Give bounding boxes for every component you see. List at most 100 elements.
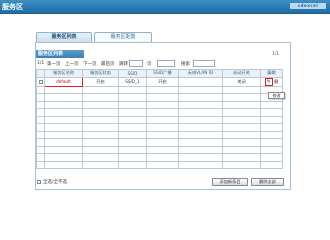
- empty-cell: [178, 160, 223, 169]
- empty-cell: [118, 138, 147, 147]
- delete-icon[interactable]: 删: [274, 79, 278, 84]
- empty-cell: [82, 160, 119, 169]
- empty-cell: [260, 130, 283, 139]
- empty-cell: [178, 108, 223, 117]
- empty-cell: [222, 115, 261, 124]
- empty-cell: [36, 115, 45, 124]
- cell-name[interactable]: default: [44, 76, 83, 87]
- empty-cell: [118, 93, 147, 102]
- table-row: [36, 93, 283, 102]
- page-number-input[interactable]: [129, 60, 143, 67]
- empty-cell: [44, 145, 83, 154]
- empty-cell: [146, 115, 179, 124]
- empty-cell: [178, 85, 223, 94]
- pager-first-link[interactable]: 第一页: [47, 61, 61, 67]
- empty-cell: [44, 85, 83, 94]
- pager-info: 1/1: [37, 61, 45, 66]
- empty-cell: [222, 93, 261, 102]
- pager-next-link[interactable]: 下一页: [83, 61, 97, 67]
- empty-cell: [82, 138, 119, 147]
- page-count: 1/1: [272, 52, 280, 57]
- col-header-vlan: 无线VLAN ID: [178, 69, 223, 78]
- cell-ssid: SSID_1: [118, 76, 147, 87]
- select-all-label: 全选/全不选: [43, 180, 68, 185]
- tab-service-area-config[interactable]: 服务区配置: [94, 32, 152, 42]
- col-header-name: 服务区名称: [44, 69, 83, 78]
- empty-cell: [82, 153, 119, 162]
- empty-cell: [146, 145, 179, 154]
- delete-all-button[interactable]: 删除全部: [251, 178, 284, 186]
- footer-bar: 全选/全不选 添加新条目 删除全部: [36, 178, 286, 187]
- empty-cell: [146, 93, 179, 102]
- empty-cell: [146, 153, 179, 162]
- tab-service-area-list[interactable]: 服务区列表: [36, 32, 92, 42]
- col-header-edit: 编辑: [260, 69, 283, 78]
- page-jump-input[interactable]: [157, 60, 175, 67]
- empty-cell: [178, 145, 223, 154]
- empty-cell: [44, 138, 83, 147]
- empty-cell: [82, 108, 119, 117]
- empty-cell: [222, 108, 261, 117]
- empty-cell: [178, 138, 223, 147]
- empty-cell: [44, 115, 83, 124]
- empty-cell: [44, 153, 83, 162]
- empty-cell: [118, 100, 147, 109]
- empty-cell: [82, 123, 119, 132]
- table-row: default 开启 SSID_1 开启 关闭 ✎ 删: [36, 76, 283, 87]
- row-checkbox[interactable]: [38, 80, 43, 84]
- table-row: [36, 108, 283, 117]
- pencil-edit-icon[interactable]: ✎: [264, 78, 273, 85]
- col-header-status: 服务区状态: [82, 69, 119, 78]
- empty-cell: [36, 130, 45, 139]
- row-checkbox-cell[interactable]: [36, 76, 45, 87]
- empty-cell: [260, 160, 283, 169]
- empty-cell: [36, 85, 45, 94]
- empty-cell: [146, 85, 179, 94]
- empty-cell: [260, 123, 283, 132]
- empty-cell: [36, 123, 45, 132]
- empty-cell: [146, 123, 179, 132]
- empty-cell: [222, 138, 261, 147]
- pager-search-label: 搜索: [181, 62, 190, 67]
- add-entry-button[interactable]: 添加新条目: [212, 178, 248, 186]
- table-row: [36, 160, 283, 169]
- pager-last-link[interactable]: 最后页: [101, 61, 115, 67]
- empty-cell: [44, 160, 83, 169]
- empty-cell: [44, 130, 83, 139]
- table-row: [36, 100, 283, 109]
- pager-goto-label[interactable]: 跳转: [119, 61, 128, 67]
- empty-cell: [118, 123, 147, 132]
- empty-cell: [118, 108, 147, 117]
- empty-cell: [260, 108, 283, 117]
- empty-cell: [118, 160, 147, 169]
- empty-cell: [82, 85, 119, 94]
- empty-cell: [146, 138, 179, 147]
- pager-page-unit: 页: [147, 62, 152, 67]
- select-all-checkbox[interactable]: [37, 180, 41, 184]
- empty-cell: [44, 100, 83, 109]
- empty-cell: [260, 100, 283, 109]
- col-header-select: [36, 69, 45, 78]
- empty-cell: [146, 100, 179, 109]
- cell-vlan: [178, 76, 223, 87]
- table-header-row: 服务区名称 服务区状态 SSID SSID广播 无线VLAN ID 启动开关 编…: [36, 69, 283, 78]
- select-all[interactable]: 全选/全不选: [37, 179, 67, 185]
- cell-edit: ✎ 删: [260, 76, 283, 87]
- col-header-broadcast: SSID广播: [146, 69, 179, 78]
- pager-prev-link[interactable]: 上一页: [65, 61, 79, 67]
- empty-cell: [118, 130, 147, 139]
- cell-status: 开启: [82, 76, 119, 87]
- empty-cell: [36, 160, 45, 169]
- pager: 1/1 第一页 上一页 下一页 最后页 跳转 页 搜索: [37, 60, 277, 68]
- table-row: [36, 138, 283, 147]
- empty-cell: [222, 123, 261, 132]
- table-row: [36, 115, 283, 124]
- col-header-ssid: SSID: [118, 69, 147, 78]
- empty-cell: [146, 130, 179, 139]
- empty-cell: [44, 123, 83, 132]
- empty-cell: [118, 115, 147, 124]
- search-input[interactable]: [193, 60, 215, 67]
- empty-cell: [82, 93, 119, 102]
- empty-cell: [36, 145, 45, 154]
- empty-cell: [82, 100, 119, 109]
